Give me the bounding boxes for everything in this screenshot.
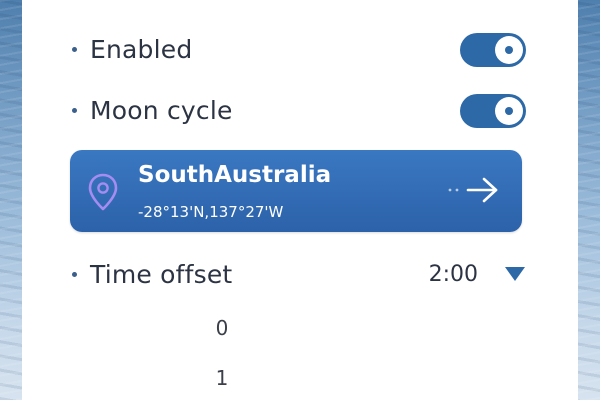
- bullet-icon: [72, 107, 77, 113]
- arrow-right-icon[interactable]: [446, 174, 504, 206]
- settings-panel: Enabled Moon cycle SouthAustralia -28°13…: [22, 0, 578, 400]
- time-offset-label: Time offset: [90, 259, 233, 289]
- toggle-knob: [495, 36, 523, 64]
- moon-cycle-label: Moon cycle: [90, 95, 233, 125]
- enabled-toggle[interactable]: [460, 33, 526, 67]
- picker-item[interactable]: 1: [22, 366, 422, 390]
- bullet-icon: [72, 271, 77, 277]
- time-offset-value: 2:00: [428, 262, 478, 287]
- triangle-down-icon[interactable]: [504, 266, 526, 282]
- moon-cycle-toggle[interactable]: [460, 94, 526, 128]
- enabled-label: Enabled: [90, 34, 193, 64]
- bullet-icon: [72, 46, 77, 52]
- location-pin-icon: [88, 173, 118, 211]
- enabled-row: Enabled: [72, 25, 526, 73]
- location-coordinates: -28°13'N,137°27'W: [138, 203, 284, 221]
- location-name: SouthAustralia: [138, 162, 332, 188]
- time-offset-row[interactable]: Time offset 2:00: [72, 250, 526, 298]
- toggle-knob: [495, 97, 523, 125]
- location-card[interactable]: SouthAustralia -28°13'N,137°27'W: [70, 150, 522, 232]
- moon-cycle-row: Moon cycle: [72, 86, 526, 134]
- picker-item[interactable]: 0: [22, 316, 422, 340]
